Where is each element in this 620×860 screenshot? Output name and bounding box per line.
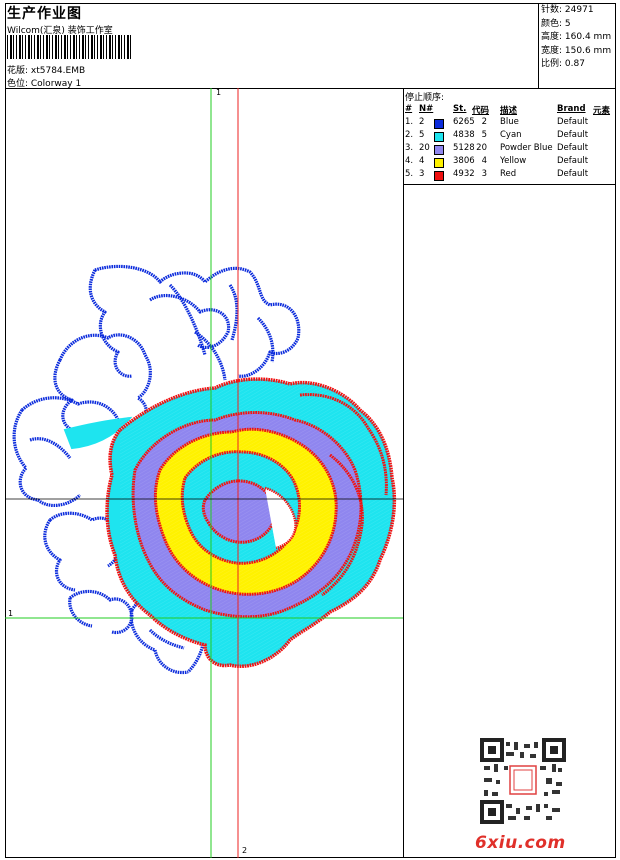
guide-label-v1: 1 (216, 88, 222, 97)
peony-flower (105, 377, 397, 670)
embroidery-preview (5, 88, 566, 858)
site-watermark: 6xiu.com (475, 833, 566, 853)
guide-label-v2: 2 (242, 846, 248, 855)
guide-label-h1: 1 (8, 609, 14, 618)
qr-code (480, 738, 566, 824)
